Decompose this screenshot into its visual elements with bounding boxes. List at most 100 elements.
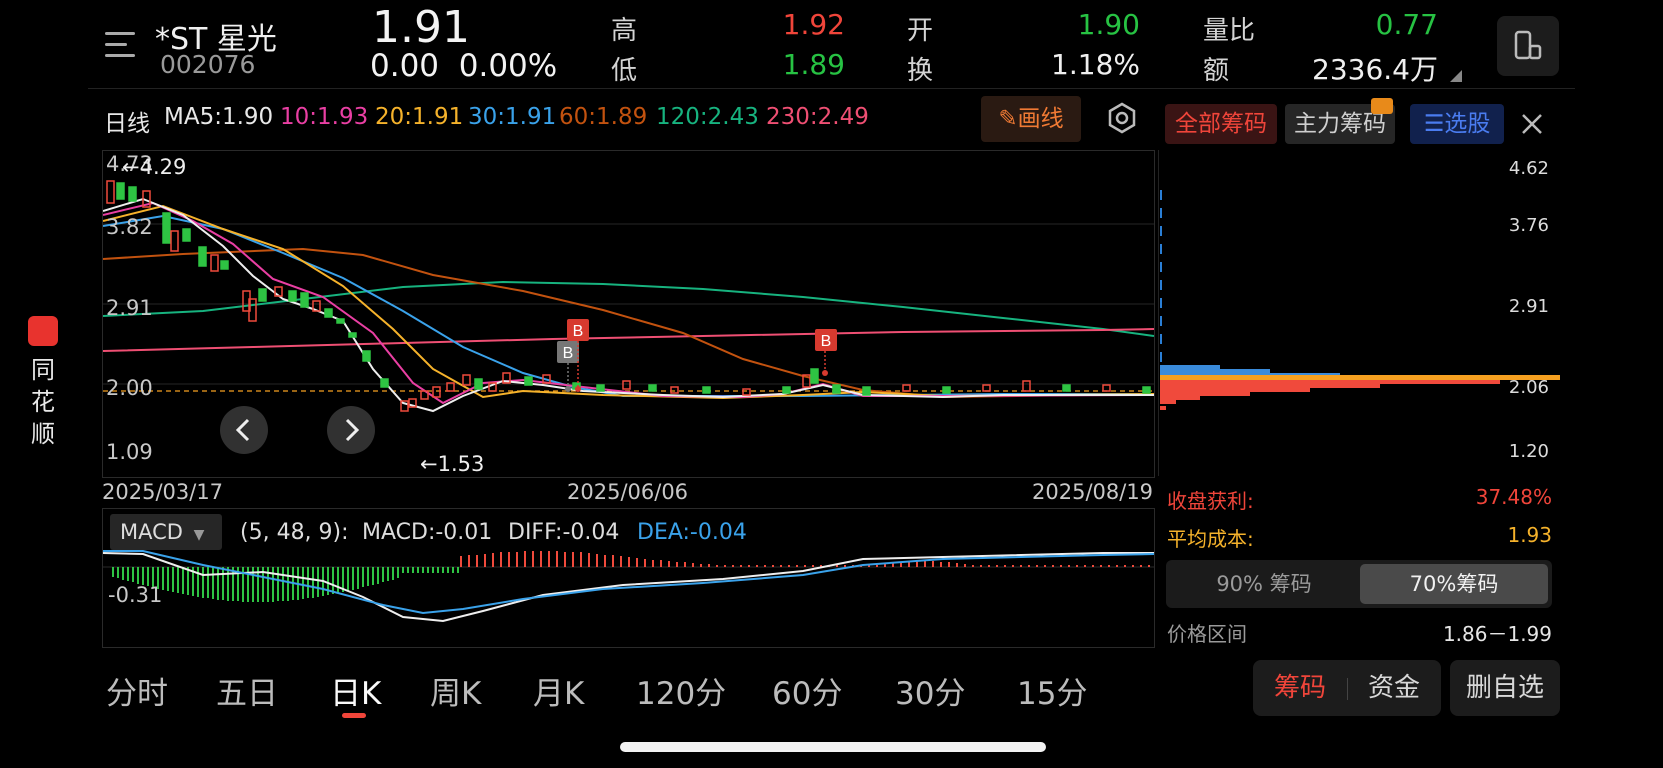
ma10-value: 10:1.93 (280, 104, 369, 130)
amount-value: 2336.4万 (1312, 53, 1438, 86)
buy-signal-label: B (821, 333, 832, 350)
x-label-end: 2025/08/19 (1032, 480, 1154, 504)
candle (288, 290, 297, 302)
y-label-bottom: 1.09 (106, 440, 153, 464)
active-tab-indicator (342, 713, 366, 718)
x-label-mid: 2025/06/06 (567, 480, 689, 504)
list-icon: ☰ (1423, 111, 1445, 137)
chip-bar-upper (1160, 280, 1162, 290)
draw-line-button[interactable]: ✎画线 (981, 96, 1081, 142)
chip-bar-red (1160, 396, 1200, 400)
ma120-value: 120:2.43 (656, 104, 759, 130)
chip-bar-upper (1160, 208, 1162, 218)
volume-ratio-label: 量比 (1203, 16, 1256, 46)
chip-axis-3: 2.91 (1508, 296, 1549, 317)
candle (622, 380, 631, 390)
ma60-line (103, 247, 1154, 399)
candle (220, 260, 229, 270)
chip-distribution-chart (1160, 190, 1560, 410)
chips-button[interactable]: 筹码 (1253, 660, 1347, 716)
chip-bar-blue (1160, 365, 1220, 369)
candle (362, 350, 371, 362)
stock-screener-button[interactable]: ☰选股 (1410, 104, 1504, 144)
stock-screener-label: 选股 (1444, 111, 1491, 137)
tab-30min[interactable]: 30分 (895, 668, 965, 713)
scroll-right-button[interactable] (327, 406, 375, 454)
avg-cost-value: 1.93 (1507, 523, 1552, 547)
pencil-icon: ✎ (998, 106, 1018, 132)
y-label-2: 3.82 (106, 215, 153, 239)
high-value: 1.92 (782, 8, 845, 41)
close-icon[interactable] (1521, 113, 1543, 135)
chips-funds-toggle: 筹码 资金 (1253, 660, 1441, 716)
y-label-4: 2.00 (106, 376, 153, 400)
candle (742, 388, 751, 396)
avg-cost-label: 平均成本: (1167, 527, 1254, 551)
tab-five-day[interactable]: 五日 (216, 668, 278, 713)
candle (432, 386, 441, 398)
candle (210, 254, 219, 272)
funds-button[interactable]: 资金 (1347, 660, 1441, 716)
tab-main-chips-label: 主力筹码 (1294, 111, 1386, 137)
tab-15min[interactable]: 15分 (1017, 668, 1087, 713)
candle (982, 384, 991, 392)
ma60-value: 60:1.89 (559, 104, 648, 130)
avg-cost-line (1160, 375, 1560, 380)
seg-70-chips[interactable]: 70%筹码 (1360, 564, 1548, 604)
open-value: 1.90 (1077, 8, 1140, 41)
diff-value: DIFF:-0.04 (508, 520, 620, 545)
candle (524, 376, 533, 386)
candle (380, 378, 389, 388)
candle (474, 378, 483, 390)
candle (258, 288, 267, 302)
tab-intraday[interactable]: 分时 (106, 668, 168, 713)
max-price-value: 4.29 (139, 155, 187, 179)
remove-watchlist-button[interactable]: 删自选 (1450, 660, 1560, 716)
tab-main-chips[interactable]: 主力筹码 (1285, 98, 1395, 144)
chip-bar-upper (1160, 334, 1162, 344)
phone-rotate-icon (1514, 30, 1542, 60)
tab-60min[interactable]: 60分 (772, 668, 842, 713)
dropdown-icon: ▼ (193, 527, 205, 543)
chip-bar-blue (1160, 369, 1270, 373)
settings-icon[interactable] (1104, 100, 1140, 136)
candle (300, 292, 309, 308)
ma30-line (103, 214, 1154, 397)
macd-params: (5, 48, 9): (240, 520, 349, 545)
menu-icon[interactable] (105, 30, 137, 60)
candle (902, 384, 911, 392)
ma30-value: 30:1.91 (468, 104, 557, 130)
candle (182, 228, 191, 242)
tab-weekly-k[interactable]: 周K (430, 668, 481, 713)
change-percent: 0.00% (458, 48, 558, 84)
scroll-left-button[interactable] (220, 406, 268, 454)
candle (106, 180, 115, 204)
candle (128, 186, 137, 202)
expand-corner-icon[interactable] (1450, 70, 1462, 82)
chip-bar-upper (1160, 298, 1162, 308)
indicator-selector[interactable]: MACD ▼ (110, 514, 222, 550)
signal-dot (565, 386, 571, 392)
ma10-line (103, 201, 1154, 405)
candle (1102, 384, 1111, 392)
lock-icon (1371, 98, 1393, 114)
profit-ratio-value: 37.48% (1475, 485, 1552, 509)
tab-all-chips[interactable]: 全部筹码 (1165, 104, 1277, 144)
screen-rotate-button[interactable] (1497, 16, 1559, 76)
seg-90-chips[interactable]: 90% 筹码 (1170, 564, 1358, 604)
low-label: 低 (611, 56, 638, 86)
macd-y-label: -0.31 (108, 583, 163, 607)
price-change: 0.00 0.00% (370, 48, 557, 84)
chip-bar-red (1160, 380, 1500, 384)
candle (810, 368, 819, 384)
brand-name-vertical: 同 花 顺 (28, 354, 58, 450)
chip-axis-1: 4.62 (1508, 158, 1549, 179)
tab-monthly-k[interactable]: 月K (533, 668, 584, 713)
candle (1142, 386, 1151, 394)
chip-bar-upper (1160, 190, 1162, 200)
tab-120min[interactable]: 120分 (636, 668, 726, 713)
candle (782, 386, 791, 394)
tab-daily-k[interactable]: 日K (330, 668, 381, 713)
home-indicator[interactable] (620, 742, 1046, 752)
period-label[interactable]: 日线 (104, 104, 150, 138)
